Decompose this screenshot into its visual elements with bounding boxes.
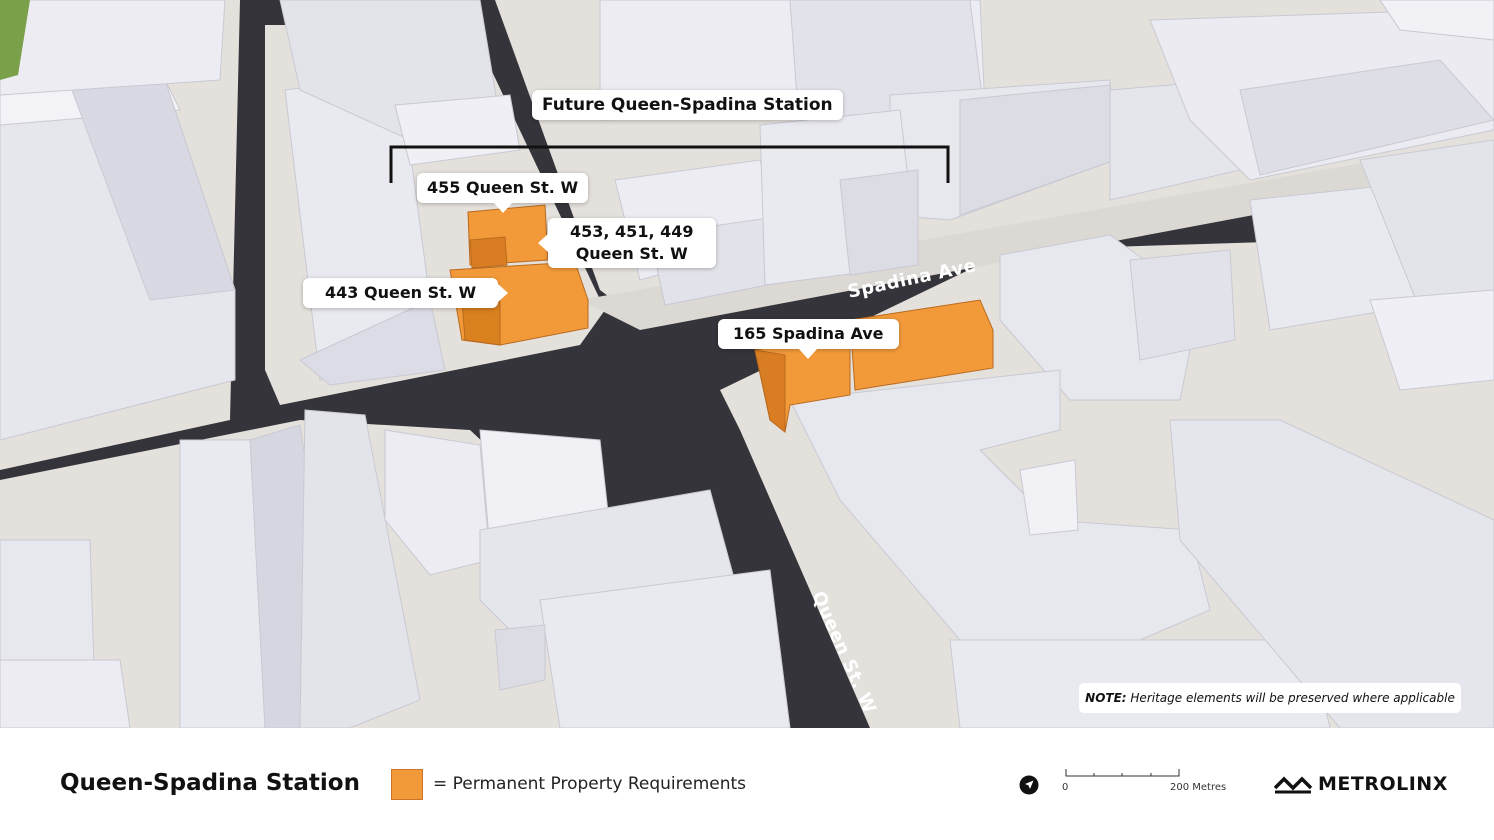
compass-arrow-icon <box>1019 775 1039 795</box>
scale-end-label: 200 Metres <box>1170 782 1227 793</box>
station-label-text: Future Queen-Spadina Station <box>542 95 833 115</box>
callout-453: 453, 451, 449 Queen St. W <box>538 218 716 268</box>
callout-165: 165 Spadina Ave <box>718 319 899 359</box>
callout-453-line2: Queen St. W <box>575 244 688 263</box>
page-title: Queen-Spadina Station <box>60 770 360 796</box>
callout-165-text: 165 Spadina Ave <box>733 324 884 343</box>
scale-bar-graphic <box>1065 769 1180 777</box>
legend-swatch <box>391 769 423 800</box>
metrolinx-logo: METROLINX <box>1274 772 1454 798</box>
station-label: Future Queen-Spadina Station <box>532 90 843 120</box>
note-label: NOTE: <box>1085 691 1127 705</box>
callout-455: 455 Queen St. W <box>417 173 589 213</box>
metrolinx-logo-icon <box>1274 776 1313 794</box>
note-text: Heritage elements will be preserved wher… <box>1126 691 1455 705</box>
scale-bar: 0 200 Metres <box>1060 768 1245 798</box>
callout-455-text: 455 Queen St. W <box>427 178 579 197</box>
scale-start-label: 0 <box>1062 782 1069 793</box>
brand-name: METROLINX <box>1318 773 1448 795</box>
legend-label: = Permanent Property Requirements <box>433 774 747 794</box>
callout-443: 443 Queen St. W <box>303 278 509 308</box>
heritage-note: NOTE: Heritage elements will be preserve… <box>1079 683 1461 713</box>
callout-443-text: 443 Queen St. W <box>325 283 477 302</box>
callout-453-line1: 453, 451, 449 <box>570 222 694 241</box>
